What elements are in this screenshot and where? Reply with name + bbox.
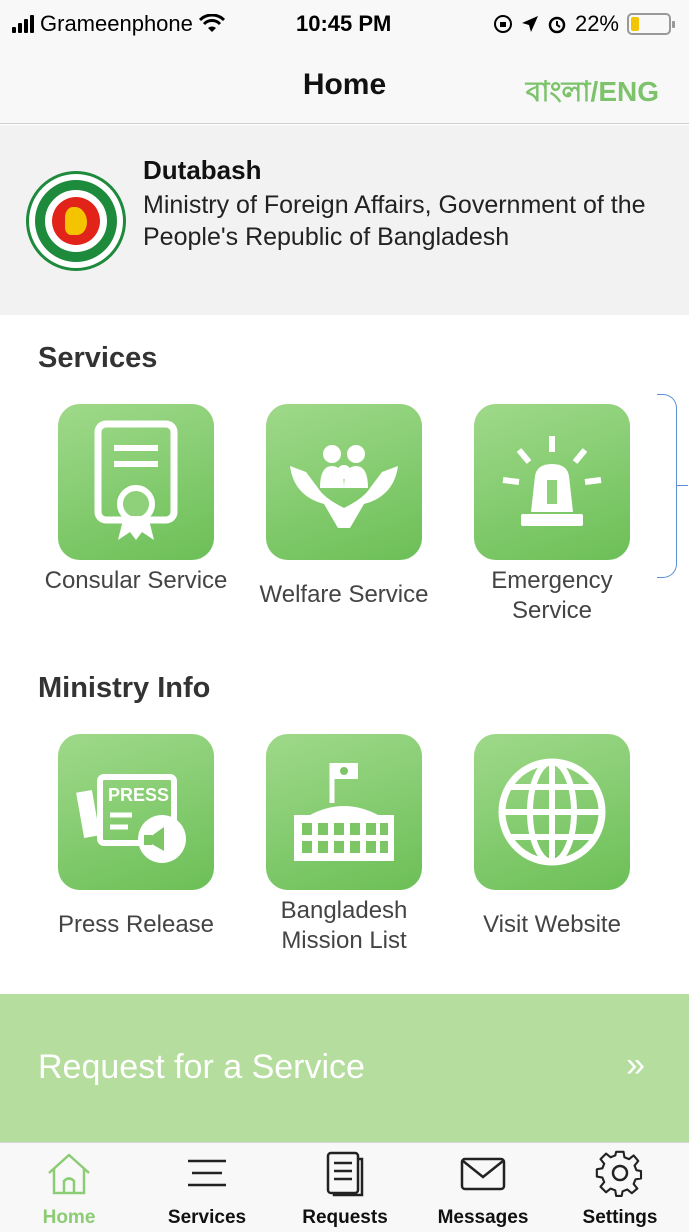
carrier-info: Grameenphone <box>12 11 225 37</box>
tab-messages-label: Messages <box>437 1207 529 1228</box>
welfare-service-tile[interactable]: Welfare Service <box>244 404 444 610</box>
request-service-button[interactable]: Request for a Service » <box>0 994 689 1142</box>
battery-percent: 22% <box>574 11 619 36</box>
tab-settings-label: Settings <box>582 1207 658 1228</box>
status-indicators: 22% <box>493 11 675 37</box>
consular-service-label: Consular Service <box>44 567 228 594</box>
press-badge-text: PRESS <box>108 785 169 805</box>
government-seal-icon <box>26 171 126 271</box>
double-chevron-right-icon: » <box>626 1046 645 1084</box>
embassy-building-icon <box>294 763 394 861</box>
home-icon <box>48 1153 90 1195</box>
tab-requests[interactable]: Requests <box>276 1143 414 1232</box>
emergency-service-label: Emergency Service <box>491 567 613 624</box>
ministry-header-card: Dutabash Ministry of Foreign Affairs, Go… <box>0 125 689 315</box>
visit-website-tile[interactable]: Visit Website <box>452 734 652 940</box>
location-icon <box>521 16 538 32</box>
app-name: Dutabash <box>143 155 262 185</box>
carrier-name: Grameenphone <box>40 11 193 36</box>
press-icon: PRESS <box>76 774 186 863</box>
tab-home-label: Home <box>42 1207 96 1228</box>
welfare-service-label: Welfare Service <box>259 581 429 608</box>
press-release-tile[interactable]: PRESS Press Release <box>36 734 236 940</box>
menu-icon <box>188 1159 226 1187</box>
mission-list-tile[interactable]: Bangladesh Mission List <box>244 734 444 956</box>
status-bar: Grameenphone 10:45 PM 22% <box>0 0 689 50</box>
envelope-icon <box>460 1157 506 1191</box>
press-release-label: Press Release <box>57 911 215 938</box>
wifi-icon <box>198 14 225 32</box>
tab-messages[interactable]: Messages <box>414 1143 552 1232</box>
certificate-icon <box>94 420 178 540</box>
gear-icon <box>595 1150 643 1197</box>
annotation-bracket <box>657 394 688 578</box>
services-section-title: Services <box>38 342 158 374</box>
language-toggle-button[interactable]: বাংলা/ENG <box>526 70 659 117</box>
battery-icon <box>627 13 675 35</box>
document-icon <box>326 1151 364 1197</box>
bottom-tab-bar: Home Services Requests Messages Settings <box>0 1142 689 1232</box>
ministry-description: Ministry of Foreign Affairs, Government … <box>143 191 646 251</box>
tab-services[interactable]: Services <box>138 1143 276 1232</box>
family-care-icon <box>290 445 398 528</box>
battery-level <box>631 17 639 31</box>
globe-icon <box>498 758 606 866</box>
tab-services-label: Services <box>167 1207 247 1228</box>
signal-strength-icon <box>12 15 34 33</box>
tab-home[interactable]: Home <box>0 1143 138 1232</box>
consular-service-tile[interactable]: Consular Service <box>36 404 236 596</box>
visit-website-label: Visit Website <box>483 911 621 938</box>
ministry-info-section-title: Ministry Info <box>38 672 211 704</box>
clock: 10:45 PM <box>296 11 392 36</box>
orientation-lock-icon <box>493 15 512 33</box>
request-service-label: Request for a Service <box>38 1048 365 1086</box>
tab-settings[interactable]: Settings <box>551 1143 689 1232</box>
emergency-service-tile[interactable]: Emergency Service <box>452 404 652 626</box>
siren-icon <box>502 436 602 526</box>
mission-list-label: Bangladesh Mission List <box>280 897 408 954</box>
tab-requests-label: Requests <box>302 1207 388 1228</box>
navigation-bar: Home বাংলা/ENG <box>0 50 689 124</box>
alarm-icon <box>548 16 566 34</box>
